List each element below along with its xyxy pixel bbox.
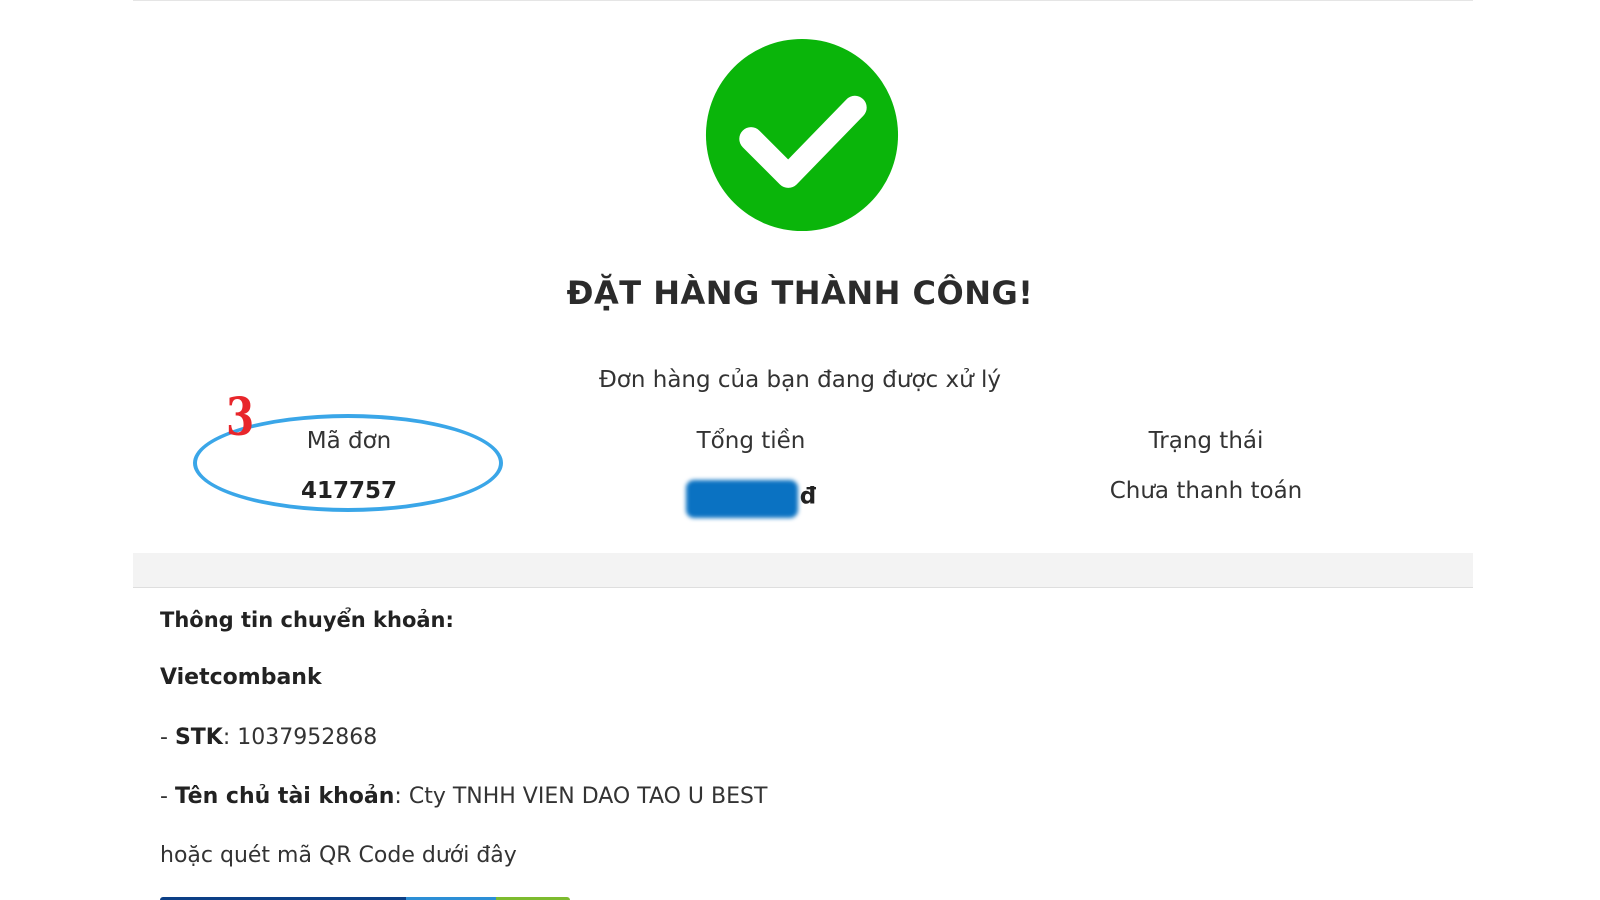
currency-symbol: đ — [799, 483, 817, 510]
success-title: ĐẶT HÀNG THÀNH CÔNG! — [566, 274, 1034, 312]
bullet: - — [160, 784, 175, 809]
bank-name: Vietcombank — [160, 665, 322, 690]
payment-status-value: Chưa thanh toán — [1109, 478, 1303, 504]
account-number-value: 1037952868 — [237, 725, 378, 750]
section-divider — [133, 553, 1473, 588]
total-label: Tổng tiền — [696, 428, 806, 454]
check-circle-icon — [704, 37, 900, 233]
qr-code-hint: hoặc quét mã QR Code dưới đây — [160, 843, 517, 868]
transfer-heading: Thông tin chuyển khoản: — [160, 608, 454, 632]
annotation-step-number: 3 — [226, 387, 255, 448]
account-number-line: - STK: 1037952868 — [160, 725, 377, 750]
account-number-label: STK — [174, 725, 223, 750]
account-owner-label: Tên chủ tài khoản — [174, 784, 395, 809]
order-id-label: Mã đơn — [306, 428, 392, 454]
status-label: Trạng thái — [1148, 428, 1264, 454]
total-value: đ — [551, 478, 951, 518]
account-owner-value: Cty TNHH VIEN DAO TAO U BEST — [408, 784, 768, 809]
account-owner-line: - Tên chủ tài khoản: Cty TNHH VIEN DAO T… — [160, 784, 767, 809]
bullet: - — [160, 725, 175, 750]
page-top-border — [133, 0, 1473, 1]
order-id-value: 417757 — [300, 478, 398, 504]
redacted-amount — [685, 480, 798, 518]
separator: : — [394, 784, 409, 809]
separator: : — [222, 725, 238, 750]
